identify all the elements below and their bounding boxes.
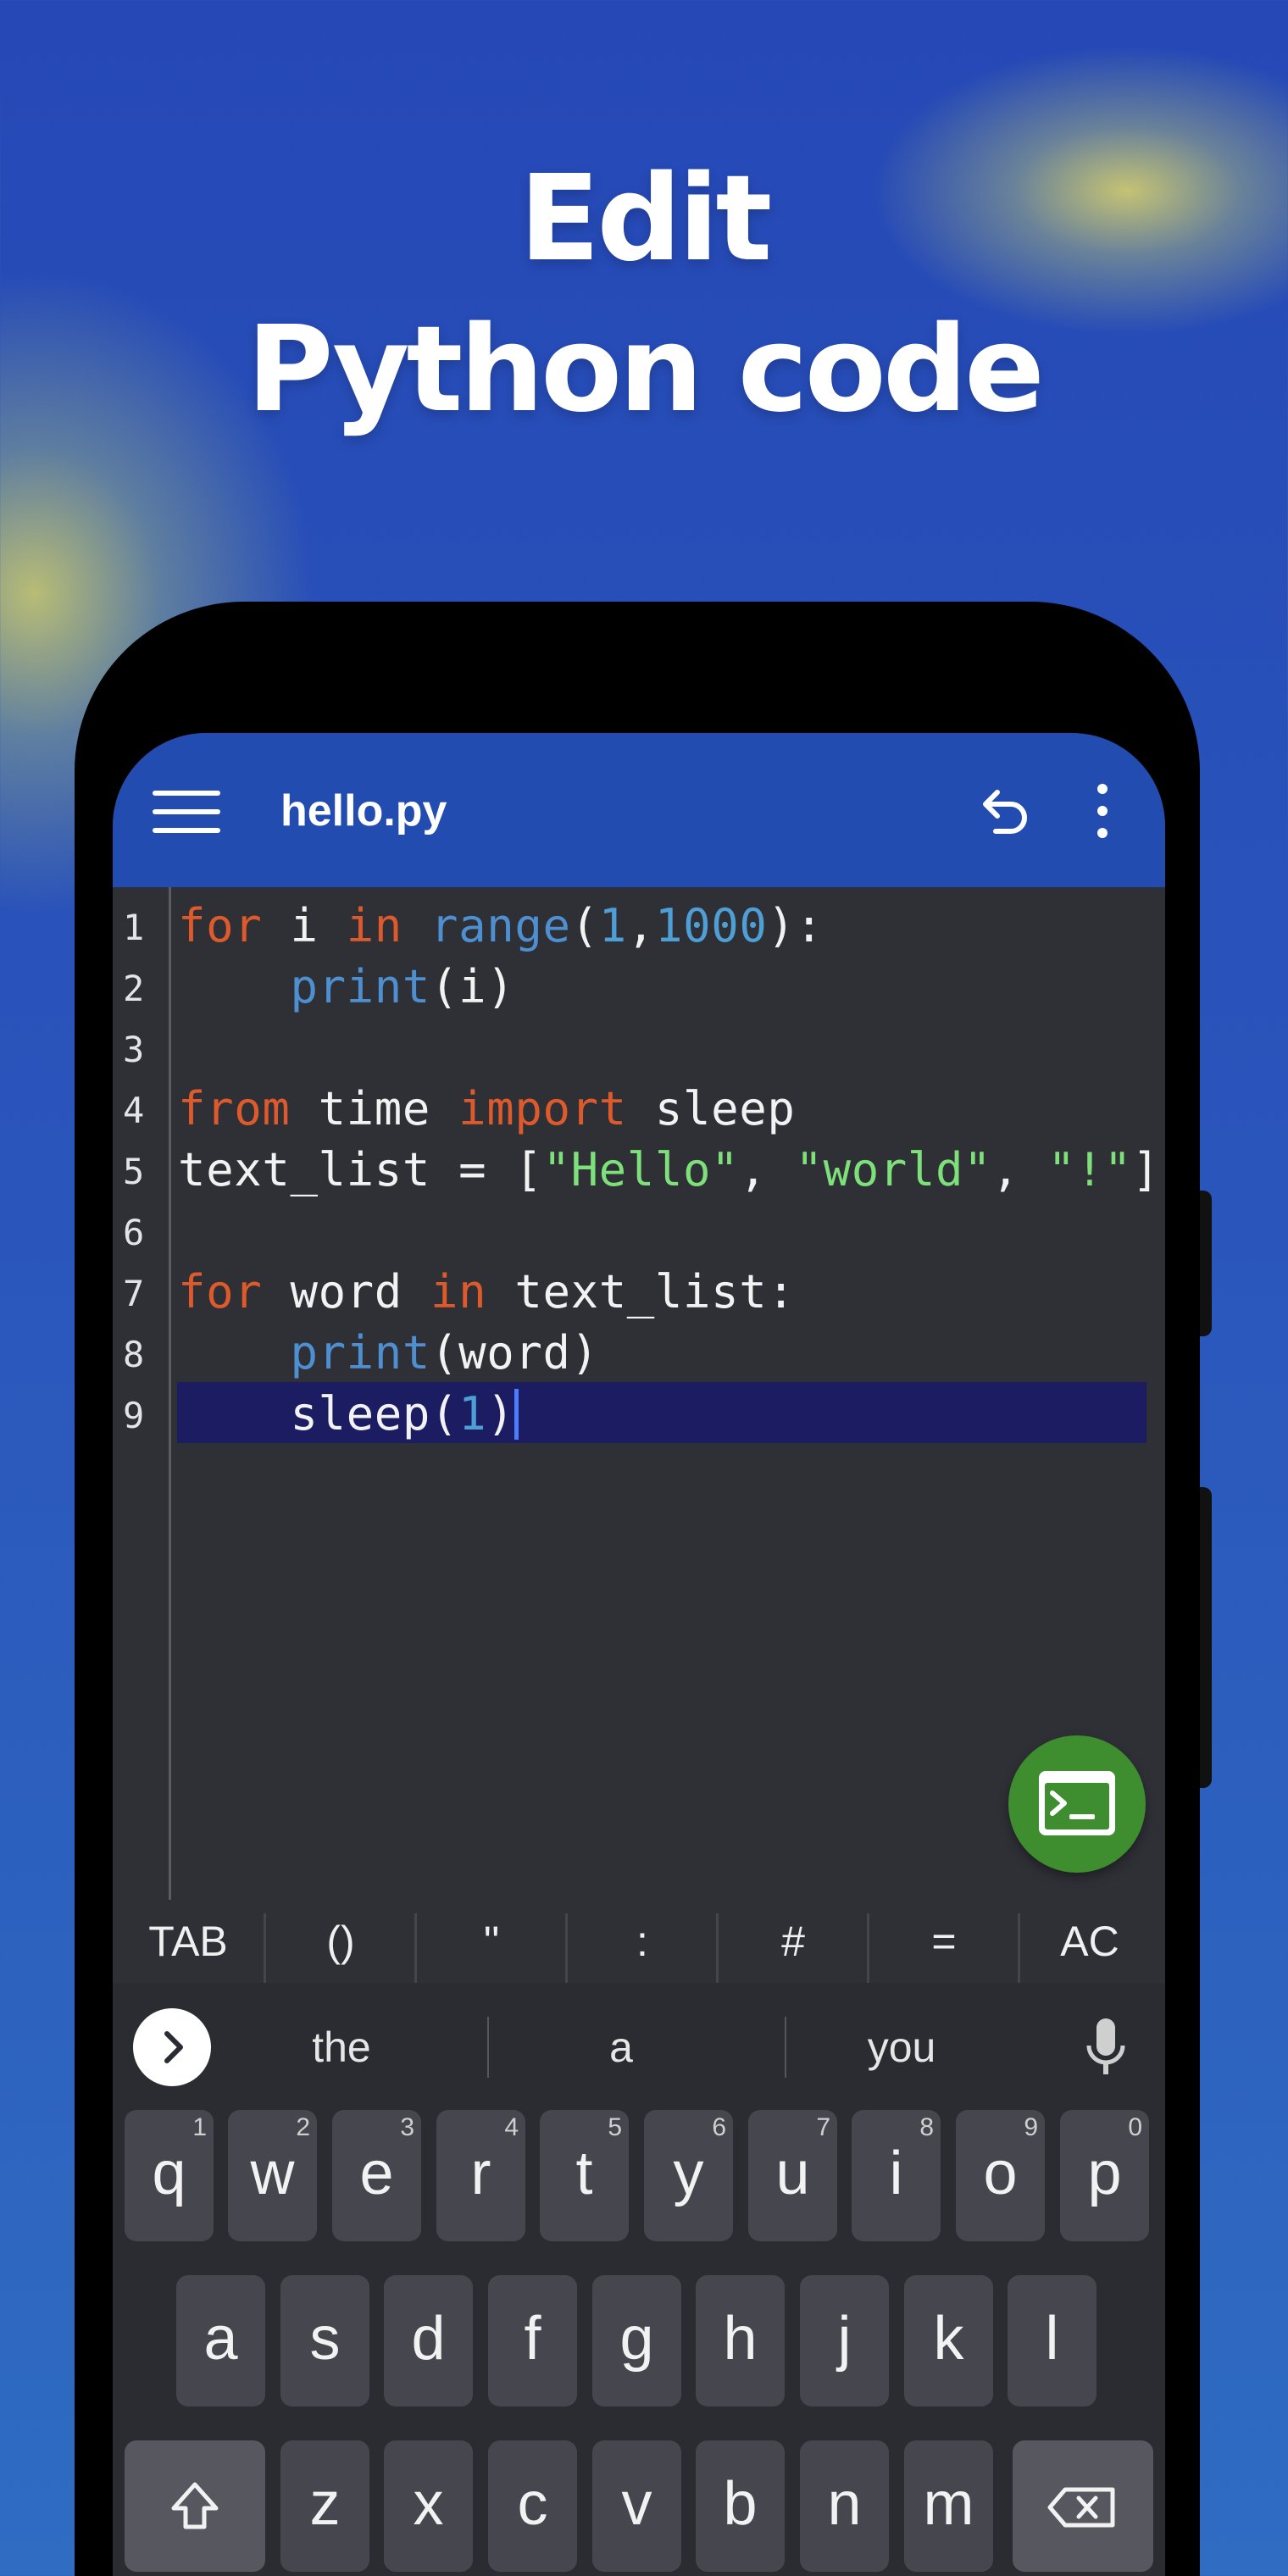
more-vert-icon[interactable] bbox=[1085, 779, 1119, 843]
key-k[interactable]: k bbox=[904, 2275, 993, 2407]
key-o[interactable]: o9 bbox=[956, 2110, 1045, 2241]
run-terminal-button[interactable] bbox=[1008, 1735, 1146, 1873]
key-l[interactable]: l bbox=[1008, 2275, 1096, 2407]
phone-screen: hello.py 1 for i in range(1,1000): 2 pri… bbox=[113, 733, 1165, 2576]
headline-line-1: Edit bbox=[519, 150, 773, 288]
code-line-current[interactable]: 9 sleep(1) bbox=[113, 1382, 1165, 1443]
key-e[interactable]: e3 bbox=[332, 2110, 421, 2241]
key-g[interactable]: g bbox=[592, 2275, 681, 2407]
line-number: 6 bbox=[123, 1212, 145, 1253]
symbol-key-tab[interactable]: TAB bbox=[113, 1900, 264, 1983]
line-number: 7 bbox=[123, 1273, 145, 1314]
key-t[interactable]: t5 bbox=[540, 2110, 629, 2241]
symbol-key-hash[interactable]: # bbox=[718, 1900, 869, 1983]
code-line[interactable]: 8 print(word) bbox=[113, 1321, 1165, 1382]
key-p[interactable]: p0 bbox=[1060, 2110, 1149, 2241]
suggestion-the[interactable]: the bbox=[214, 2008, 469, 2086]
key-d[interactable]: d bbox=[384, 2275, 473, 2407]
key-x[interactable]: x bbox=[384, 2440, 473, 2572]
suggestion-divider bbox=[487, 2017, 489, 2078]
line-number: 3 bbox=[123, 1029, 145, 1070]
line-number: 4 bbox=[123, 1090, 145, 1131]
line-number: 5 bbox=[123, 1151, 145, 1192]
shift-key[interactable] bbox=[125, 2440, 265, 2572]
code-editor[interactable]: 1 for i in range(1,1000): 2 print(i) 3 4… bbox=[113, 887, 1165, 1900]
suggestion-a[interactable]: a bbox=[494, 2008, 748, 2086]
symbol-bar: TAB () '' : # = AC bbox=[113, 1900, 1165, 1985]
soft-keyboard: the a you q1 w2 e3 r4 t5 y6 u7 i8 o9 p0 … bbox=[113, 1983, 1165, 2576]
key-b[interactable]: b bbox=[696, 2440, 785, 2572]
symbol-key-parens[interactable]: () bbox=[265, 1900, 416, 1983]
line-number: 2 bbox=[123, 968, 145, 1009]
line-number: 8 bbox=[123, 1334, 145, 1375]
suggestion-expand-button[interactable] bbox=[133, 2008, 211, 2086]
file-title: hello.py bbox=[280, 786, 447, 836]
key-y[interactable]: y6 bbox=[644, 2110, 733, 2241]
key-w[interactable]: w2 bbox=[228, 2110, 317, 2241]
terminal-icon bbox=[1039, 1771, 1115, 1835]
symbol-key-quotes[interactable]: '' bbox=[416, 1900, 567, 1983]
code-line[interactable]: 3 bbox=[113, 1016, 1165, 1077]
text-cursor bbox=[514, 1389, 519, 1440]
backspace-key[interactable] bbox=[1013, 2440, 1153, 2572]
undo-icon[interactable] bbox=[970, 779, 1035, 843]
key-h[interactable]: h bbox=[696, 2275, 785, 2407]
symbol-key-equals[interactable]: = bbox=[869, 1900, 1019, 1983]
key-j[interactable]: j bbox=[800, 2275, 889, 2407]
chevron-right-icon bbox=[164, 2031, 183, 2063]
key-z[interactable]: z bbox=[280, 2440, 369, 2572]
key-n[interactable]: n bbox=[800, 2440, 889, 2572]
headline: Edit Python code bbox=[0, 144, 1288, 446]
app-bar: hello.py bbox=[113, 733, 1165, 887]
key-q[interactable]: q1 bbox=[125, 2110, 214, 2241]
line-number: 9 bbox=[123, 1395, 145, 1436]
headline-line-2: Python code bbox=[247, 301, 1045, 439]
key-c[interactable]: c bbox=[488, 2440, 577, 2572]
code-line[interactable]: 7 for word in text_list: bbox=[113, 1260, 1165, 1321]
key-i[interactable]: i8 bbox=[852, 2110, 941, 2241]
key-v[interactable]: v bbox=[592, 2440, 681, 2572]
key-u[interactable]: u7 bbox=[748, 2110, 837, 2241]
suggestion-you[interactable]: you bbox=[774, 2008, 1029, 2086]
code-line[interactable]: 5 text_list = ["Hello", "world", "!"] bbox=[113, 1138, 1165, 1199]
key-a[interactable]: a bbox=[176, 2275, 265, 2407]
symbol-key-ac[interactable]: AC bbox=[1014, 1900, 1165, 1983]
shift-icon bbox=[171, 2482, 219, 2529]
code-line[interactable]: 4 from time import sleep bbox=[113, 1077, 1165, 1138]
key-f[interactable]: f bbox=[488, 2275, 577, 2407]
code-line[interactable]: 1 for i in range(1,1000): bbox=[113, 894, 1165, 955]
hamburger-menu-icon[interactable] bbox=[153, 789, 220, 835]
symbol-key-colon[interactable]: : bbox=[567, 1900, 718, 1983]
code-line[interactable]: 2 print(i) bbox=[113, 955, 1165, 1016]
key-m[interactable]: m bbox=[904, 2440, 993, 2572]
backspace-icon bbox=[1047, 2487, 1115, 2528]
line-number: 1 bbox=[123, 907, 145, 948]
microphone-icon[interactable] bbox=[1080, 2013, 1131, 2085]
key-s[interactable]: s bbox=[280, 2275, 369, 2407]
code-line[interactable]: 6 bbox=[113, 1199, 1165, 1260]
key-r[interactable]: r4 bbox=[436, 2110, 525, 2241]
